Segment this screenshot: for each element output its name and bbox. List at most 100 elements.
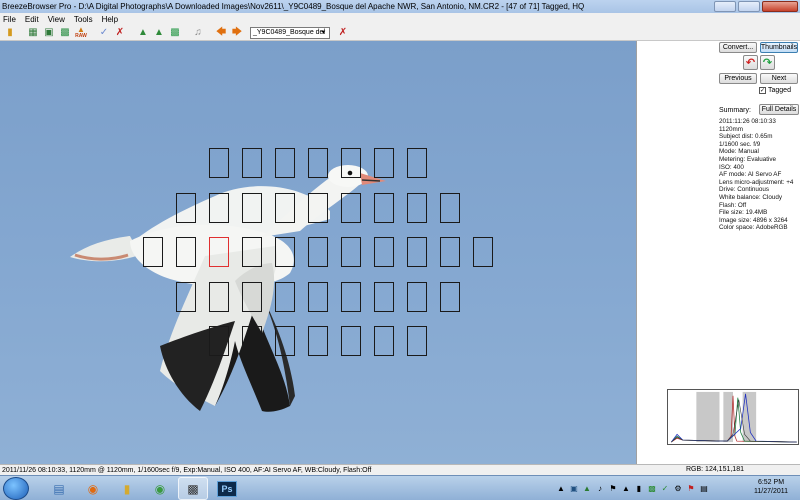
thumbnail-grid-icon[interactable]: ▦ (26, 26, 40, 39)
af-point (275, 281, 295, 312)
af-point (374, 281, 394, 312)
af-point (209, 281, 229, 312)
af-point (176, 192, 196, 223)
music-icon[interactable]: ♫ (191, 26, 205, 39)
minimize-button[interactable] (714, 1, 736, 12)
move-to-folder-icon[interactable]: ▲ (152, 26, 166, 39)
copy-to-folder-icon[interactable]: ▲ (136, 26, 150, 39)
display-icon[interactable]: ▩ (647, 484, 657, 494)
wifi-icon[interactable]: ▲ (621, 484, 631, 494)
raw-convert-icon[interactable]: ▲ RAW (74, 26, 88, 39)
photoshop-label: Ps (217, 480, 237, 497)
previous-arrow-icon[interactable]: 🡄 (214, 26, 228, 39)
menu-file[interactable]: File (3, 15, 16, 24)
folder-icon[interactable]: ▮ (112, 477, 142, 500)
af-point (242, 281, 262, 312)
af-point (275, 148, 295, 178)
file-select[interactable]: _Y9C0489_Bosque del ▼ (250, 26, 330, 39)
file-select-value: _Y9C0489_Bosque del (253, 29, 326, 36)
af-point (407, 192, 427, 223)
menu-tools[interactable]: Tools (74, 15, 93, 24)
thumbnails-button[interactable]: Thumbnails (760, 42, 798, 53)
toolbar-separator (207, 26, 212, 39)
usb-icon[interactable]: ▤ (699, 484, 709, 494)
af-point (341, 237, 361, 267)
system-tray: ▲ ▣ ▲ ♪ ⚑ ▲ ▮ ▩ ✓ ⚙ ⚑ ▤ (556, 476, 746, 500)
shield-icon[interactable]: ▲ (582, 484, 592, 494)
exif-line: White balance: Cloudy (719, 193, 783, 201)
gear-icon[interactable]: ⚙ (673, 484, 683, 494)
toolbar-separator (90, 26, 95, 39)
title-bar: BreezeBrowser Pro - D:\A Digital Photogr… (0, 0, 800, 13)
previous-button[interactable]: Previous (719, 73, 757, 84)
rotate-right-icon[interactable]: ↷ (760, 55, 775, 70)
exif-line: Metering: Evaluative (719, 155, 777, 163)
side-panel: Convert... Thumbnails ↶ ↷ Previous Next … (636, 41, 800, 464)
af-point (440, 237, 460, 267)
window-title: BreezeBrowser Pro - D:\A Digital Photogr… (2, 2, 585, 11)
clock-time: 6:52 PM (757, 479, 785, 486)
full-details-button[interactable]: Full Details (759, 104, 799, 115)
toolbar-separator (184, 26, 189, 39)
speaker-icon[interactable]: ♪ (595, 484, 605, 494)
af-point (374, 192, 394, 223)
exif-line: Lens micro-adjustment: +4 (719, 178, 794, 186)
af-point (407, 281, 427, 312)
next-button[interactable]: Next (760, 73, 798, 84)
exif-line: Flash: Off (719, 201, 747, 209)
check-icon[interactable]: ✓ (660, 484, 670, 494)
af-point (407, 237, 427, 267)
exif-line: Image size: 4896 x 3264 (719, 216, 788, 224)
image-view-icon[interactable]: ▩ (58, 26, 72, 39)
af-point (341, 148, 361, 178)
af-point (209, 326, 229, 356)
open-folder-icon[interactable]: ▮ (3, 26, 17, 39)
af-point (374, 237, 394, 267)
image-view[interactable] (0, 41, 636, 464)
af-point (407, 148, 427, 178)
af-point (242, 148, 262, 178)
rotate-left-icon[interactable]: ↶ (743, 55, 758, 70)
breezebrowser-icon[interactable]: ▩ (178, 477, 208, 500)
tag-check-icon[interactable]: ✓ (97, 26, 111, 39)
untag-icon[interactable]: ✗ (113, 26, 127, 39)
af-point (308, 148, 328, 178)
exif-line: Drive: Continuous (719, 186, 770, 194)
delete-icon[interactable]: ✗ (336, 26, 350, 39)
start-button[interactable] (3, 477, 29, 500)
af-point (374, 326, 394, 356)
close-button[interactable] (762, 1, 798, 12)
exif-line: 1/1600 sec. f/9 (719, 140, 761, 148)
af-point (440, 192, 460, 223)
convert-button[interactable]: Convert... (719, 42, 757, 53)
chevron-down-icon: ▼ (320, 29, 327, 36)
photoshop-icon[interactable]: Ps (212, 477, 242, 500)
exif-summary: 2011:11:26 08:10:33 1120mm Subject dist: 0… (719, 118, 793, 232)
thumbnail-list-icon[interactable]: ▣ (42, 26, 56, 39)
clock[interactable]: 6:52 PM 11/27/2011 (748, 478, 794, 496)
network-icon[interactable]: ▣ (569, 484, 579, 494)
summary-label: Summary: (719, 107, 751, 114)
firefox-icon[interactable]: ◉ (78, 477, 108, 500)
slideshow-icon[interactable]: ▩ (168, 26, 182, 39)
menu-view[interactable]: View (48, 15, 65, 24)
menu-help[interactable]: Help (102, 15, 118, 24)
taskbar: ▤ ◉ ▮ ◉ ▩ Ps ▲ ▣ ▲ ♪ ⚑ ▲ ▮ ▩ ✓ ⚙ ⚑ ▤ 6:5… (0, 475, 800, 500)
af-point (308, 192, 328, 223)
af-point (374, 148, 394, 178)
af-point (473, 237, 493, 267)
explorer-icon[interactable]: ▤ (44, 477, 74, 500)
exif-line: Color space: AdobeRGB (719, 224, 788, 232)
chevron-up-icon[interactable]: ▲ (556, 484, 566, 494)
af-point (242, 326, 262, 356)
battery-icon[interactable]: ▮ (634, 484, 644, 494)
flag-icon[interactable]: ⚑ (686, 484, 696, 494)
action-center-icon[interactable]: ⚑ (608, 484, 618, 494)
af-point (275, 326, 295, 356)
status-bar: 2011/11/26 08:10:33, 1120mm @ 1120mm, 1/… (0, 464, 800, 475)
tagged-checkbox[interactable]: ✓ Tagged (759, 87, 791, 94)
chrome-icon[interactable]: ◉ (145, 477, 175, 500)
maximize-button[interactable] (738, 1, 760, 12)
next-arrow-icon[interactable]: 🡆 (230, 26, 244, 39)
menu-edit[interactable]: Edit (25, 15, 39, 24)
